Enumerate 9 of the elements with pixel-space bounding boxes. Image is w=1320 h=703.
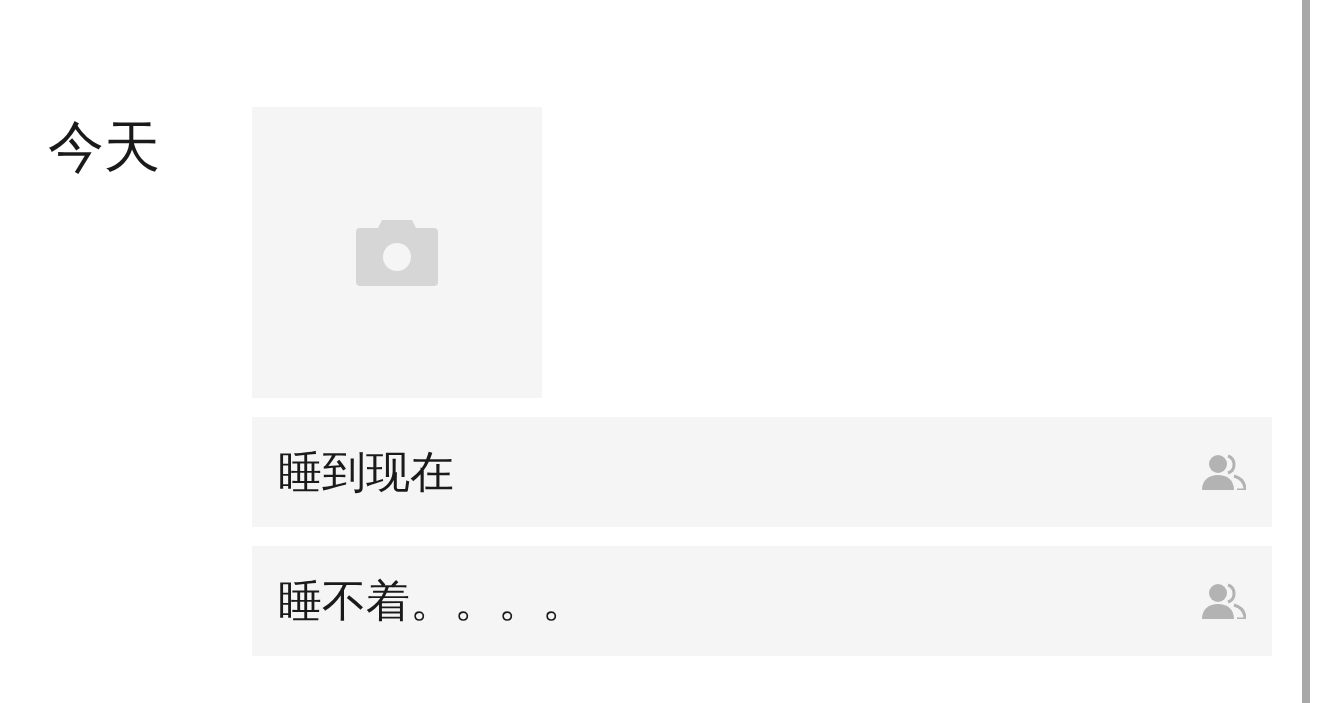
- date-label: 今天: [48, 119, 160, 175]
- post-text: 睡不着。。。。: [278, 579, 586, 623]
- people-icon: [1202, 454, 1246, 490]
- camera-icon: [356, 219, 438, 286]
- post-row[interactable]: 睡不着。。。。: [252, 546, 1272, 656]
- people-icon: [1202, 583, 1246, 619]
- post-text: 睡到现在: [278, 450, 454, 494]
- post-row[interactable]: 睡到现在: [252, 417, 1272, 527]
- photo-placeholder[interactable]: [252, 107, 542, 398]
